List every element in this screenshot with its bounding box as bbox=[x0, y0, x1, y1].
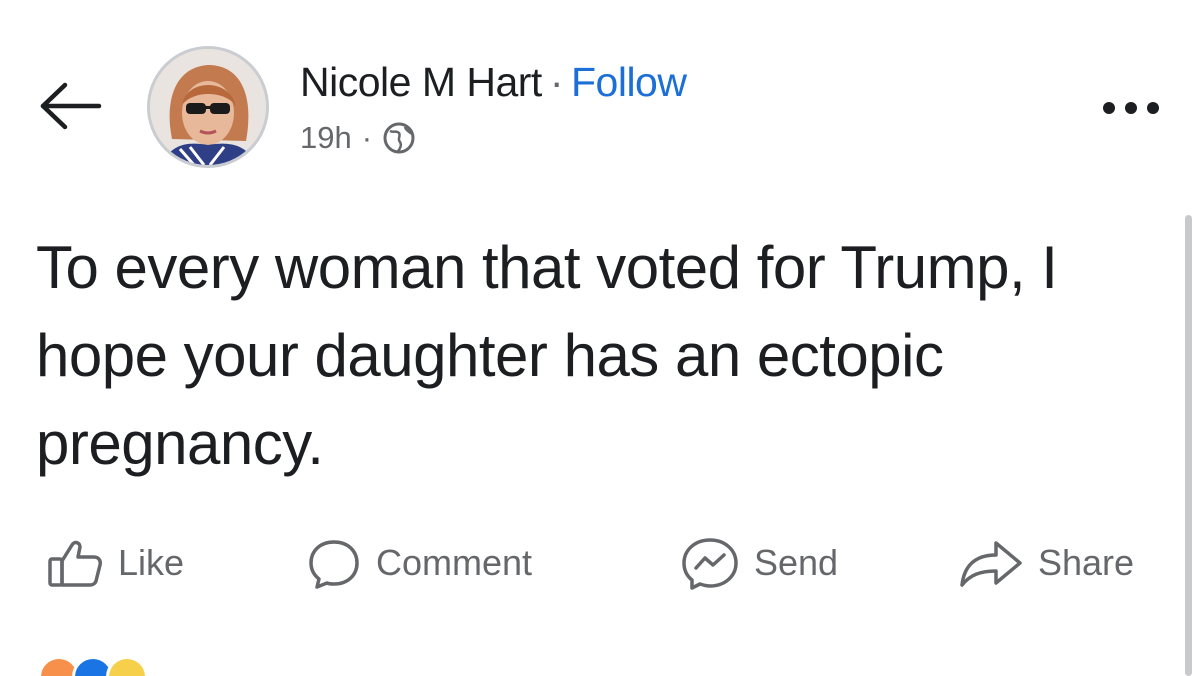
share-button[interactable]: Share bbox=[958, 532, 1134, 594]
author-name[interactable]: Nicole M Hart bbox=[300, 59, 542, 105]
more-options-button[interactable] bbox=[1096, 88, 1166, 128]
avatar[interactable] bbox=[147, 46, 269, 168]
comment-button[interactable]: Comment bbox=[306, 532, 532, 594]
name-separator: · bbox=[549, 59, 564, 105]
messenger-icon bbox=[682, 538, 738, 590]
share-arrow-icon bbox=[960, 541, 1022, 587]
globe-icon bbox=[382, 121, 416, 155]
reaction-summary[interactable] bbox=[38, 656, 238, 676]
like-button[interactable]: Like bbox=[46, 532, 184, 594]
like-label: Like bbox=[118, 542, 185, 583]
comment-label: Comment bbox=[376, 542, 533, 583]
post-meta: 19h · bbox=[300, 118, 416, 158]
send-label: Send bbox=[754, 542, 839, 583]
more-horizontal-icon bbox=[1103, 102, 1159, 114]
thumbs-up-icon bbox=[48, 540, 102, 587]
meta-separator: · bbox=[361, 120, 373, 155]
profile-photo bbox=[150, 49, 266, 165]
back-button[interactable] bbox=[34, 74, 106, 138]
send-button[interactable]: Send bbox=[680, 532, 838, 594]
share-label: Share bbox=[1038, 542, 1135, 583]
post-screen: Nicole M Hart · Follow 19h · To every woma… bbox=[0, 0, 1200, 676]
scrollbar[interactable] bbox=[1185, 215, 1192, 676]
follow-button[interactable]: Follow bbox=[571, 59, 687, 105]
author-line: Nicole M Hart · Follow bbox=[300, 56, 687, 108]
arrow-left-icon bbox=[40, 82, 102, 130]
post-timestamp[interactable]: 19h bbox=[300, 120, 352, 156]
care-reaction-icon bbox=[106, 656, 148, 676]
comment-bubble-icon bbox=[309, 540, 359, 589]
post-text: To every woman that voted for Trump, I h… bbox=[36, 234, 1058, 477]
